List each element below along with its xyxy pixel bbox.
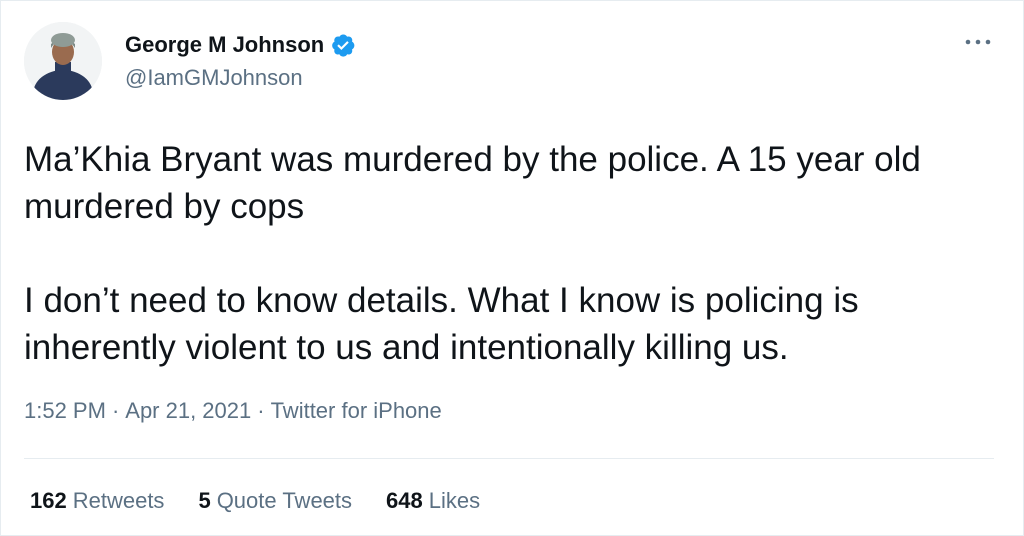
likes-label: Likes [428,488,481,513]
quote-tweets-label: Quote Tweets [216,488,353,513]
likes-count: 648 [386,488,423,513]
more-options-button[interactable] [960,30,996,54]
divider [24,458,994,459]
more-options-icon [965,39,991,45]
quote-tweets-count: 5 [198,488,211,513]
meta-separator: · [257,398,265,423]
avatar-person-icon [24,22,102,100]
retweets-stat[interactable]: 162 Retweets [30,488,164,514]
quote-tweets-stat[interactable]: 5 Quote Tweets [198,488,352,514]
tweet-source[interactable]: Twitter for iPhone [271,398,442,424]
tweet-text: Ma’Khia Bryant was murdered by the polic… [24,136,999,371]
tweet-paragraph: I don’t need to know details. What I kno… [24,281,859,367]
likes-stat[interactable]: 648 Likes [386,488,480,514]
retweets-count: 162 [30,488,67,513]
tweet-date[interactable]: Apr 21, 2021 [125,398,251,424]
retweets-label: Retweets [72,488,165,513]
author-display-name[interactable]: George M Johnson [125,32,324,58]
avatar[interactable] [24,22,102,100]
author-handle[interactable]: @IamGMJohnson [125,65,303,91]
engagement-stats: 162 Retweets 5 Quote Tweets 648 Likes [30,488,480,514]
verified-badge-icon [330,32,356,58]
tweet-paragraph: Ma’Khia Bryant was murdered by the polic… [24,140,921,226]
tweet-metadata: 1:52 PM · Apr 21, 2021 · Twitter for iPh… [24,398,442,424]
tweet-time[interactable]: 1:52 PM [24,398,106,424]
author-name-row: George M Johnson [125,30,356,60]
meta-separator: · [111,398,120,423]
